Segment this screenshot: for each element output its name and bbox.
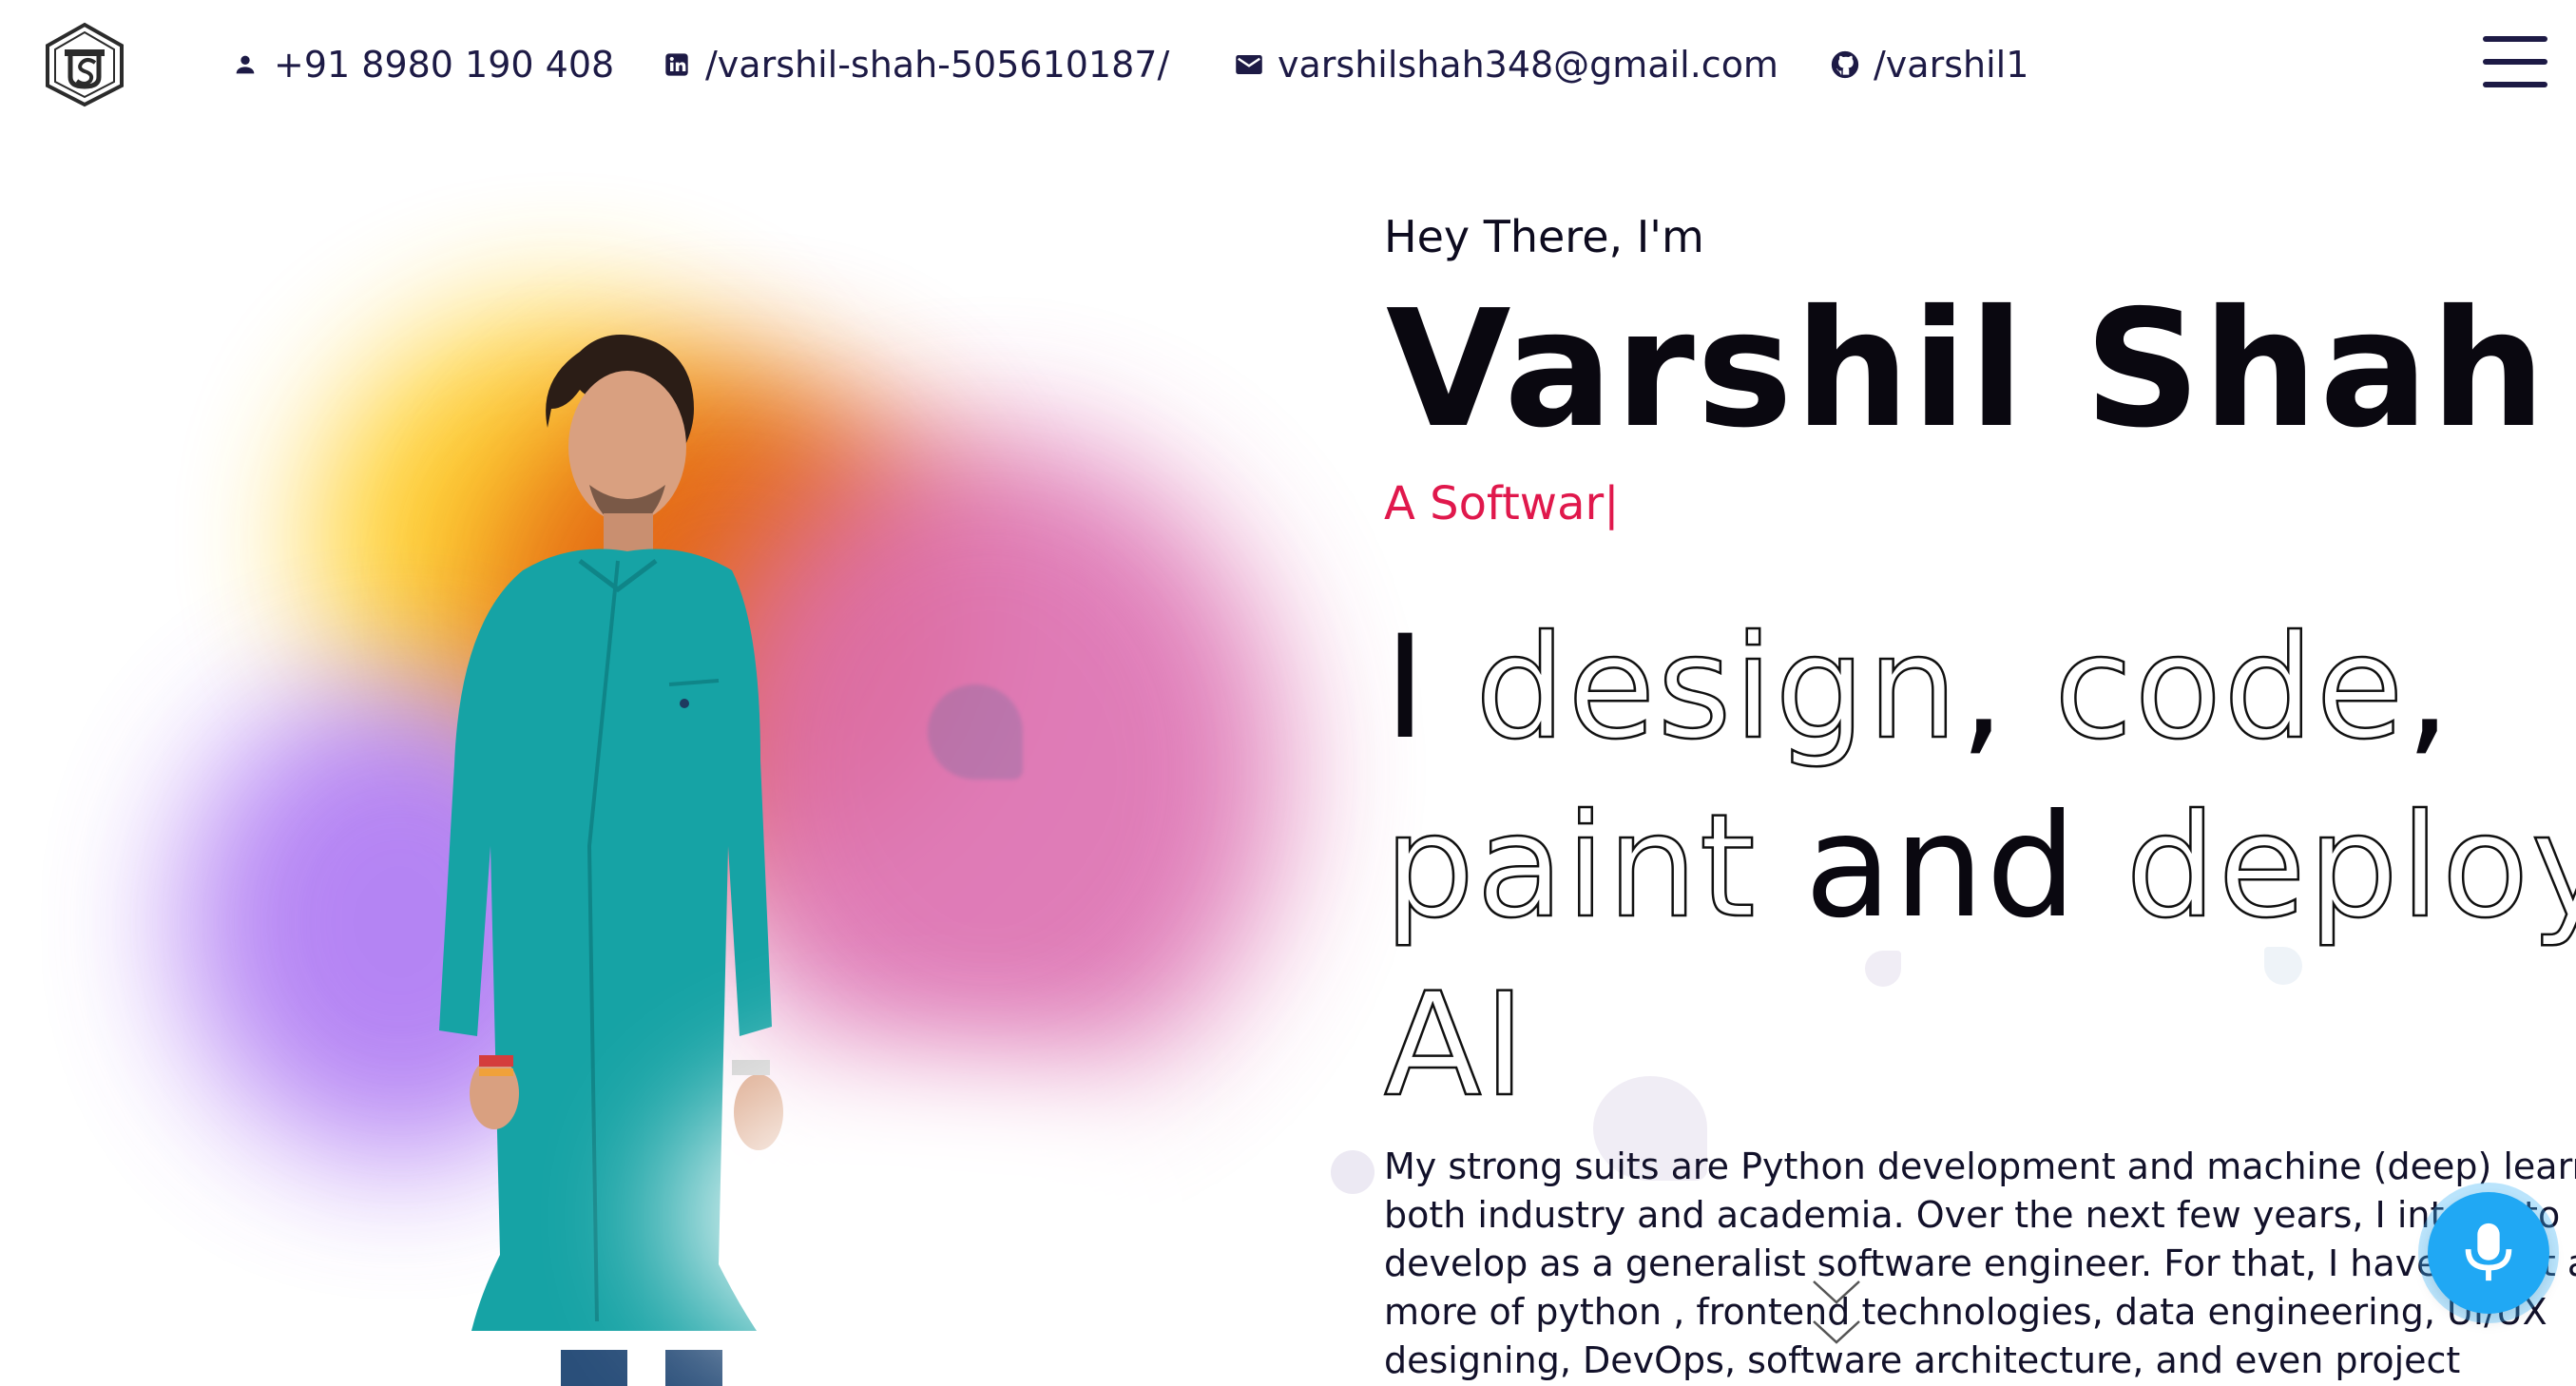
decorative-shape bbox=[928, 684, 1023, 780]
tagline-line-1: I design, code, bbox=[1384, 599, 2525, 778]
hamburger-menu-icon[interactable] bbox=[2483, 34, 2547, 89]
github-handle: /varshil1 bbox=[1874, 44, 2029, 86]
tagline-comma: , bbox=[2405, 606, 2453, 771]
tagline-word: and bbox=[1804, 784, 2079, 950]
chevron-down-icon[interactable] bbox=[1808, 1262, 1865, 1357]
microphone-icon bbox=[2465, 1222, 2512, 1281]
portfolio-page: +91 8980 190 408 /varshil-shah-505610187… bbox=[0, 0, 2576, 1386]
tagline-word: deploy bbox=[2124, 783, 2576, 952]
hero-portrait-area bbox=[143, 228, 1331, 1386]
mail-icon bbox=[1234, 49, 1264, 80]
bio-line: more of python , frontend technologies, … bbox=[1384, 1291, 2547, 1333]
tagline-word: AI bbox=[1383, 962, 1528, 1130]
typing-text: A Softwar bbox=[1384, 477, 1605, 530]
tagline-word: design bbox=[1474, 605, 1960, 773]
tagline-word: paint bbox=[1383, 783, 1758, 952]
tagline-comma: , bbox=[1959, 606, 2008, 771]
linkedin-icon bbox=[662, 49, 692, 80]
email-link[interactable]: varshilshah348@gmail.com bbox=[1234, 38, 1778, 91]
tagline-word: code bbox=[2053, 605, 2406, 773]
typing-cursor: | bbox=[1604, 477, 1620, 530]
typing-role-text: A Softwar| bbox=[1384, 477, 1619, 530]
bio-line: both industry and academia. Over the nex… bbox=[1384, 1194, 2561, 1236]
decorative-shape bbox=[1865, 951, 1901, 987]
bio-line: designing, DevOps, software architecture… bbox=[1384, 1339, 2461, 1381]
email-address: varshilshah348@gmail.com bbox=[1278, 44, 1778, 86]
voice-assistant-button[interactable] bbox=[2428, 1192, 2549, 1314]
hero-name: Varshil Shah bbox=[1386, 276, 2547, 464]
decorative-shape bbox=[2264, 947, 2302, 985]
phone-link[interactable]: +91 8980 190 408 bbox=[230, 38, 614, 91]
bio-line: develop as a generalist software enginee… bbox=[1384, 1242, 2576, 1284]
hero-tagline: I design, code, paint and deploy AI bbox=[1383, 599, 2576, 1135]
vs-monogram-icon[interactable] bbox=[42, 21, 127, 108]
bio-line: My strong suits are Python development a… bbox=[1384, 1145, 2576, 1187]
bio-paragraph: My strong suits are Python development a… bbox=[1384, 1143, 2576, 1385]
linkedin-handle: /varshil-shah-505610187/ bbox=[705, 44, 1170, 86]
tagline-line-3: AI bbox=[1383, 956, 2525, 1135]
person-icon bbox=[230, 49, 260, 80]
tagline-line-2: paint and deploy bbox=[1383, 778, 2576, 956]
tagline-word: I bbox=[1384, 606, 1429, 771]
github-link[interactable]: /varshil1 bbox=[1830, 38, 2028, 91]
gradient-fade-white bbox=[675, 1065, 1207, 1369]
decorative-shape bbox=[1331, 1150, 1375, 1194]
phone-number: +91 8980 190 408 bbox=[274, 44, 615, 86]
github-icon bbox=[1830, 49, 1860, 80]
linkedin-link[interactable]: /varshil-shah-505610187/ bbox=[662, 38, 1169, 91]
top-navigation: +91 8980 190 408 /varshil-shah-505610187… bbox=[0, 0, 2576, 133]
intro-greeting: Hey There, I'm bbox=[1384, 211, 1704, 262]
